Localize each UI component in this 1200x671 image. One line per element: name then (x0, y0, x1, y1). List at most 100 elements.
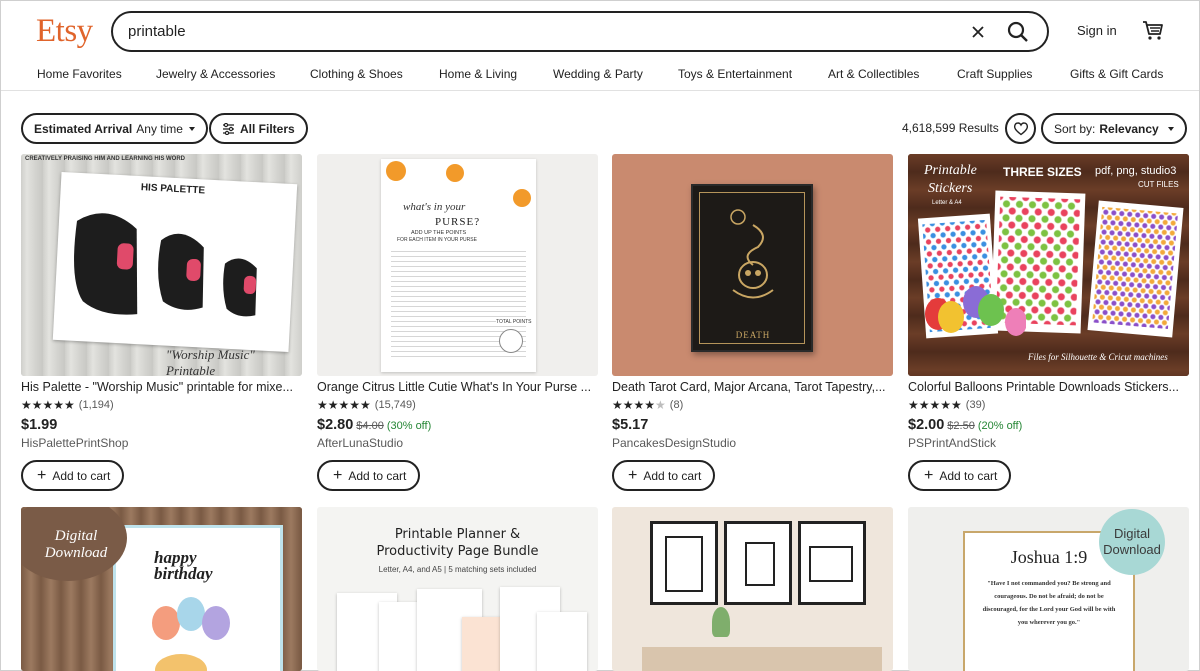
add-to-cart-button[interactable]: + Add to cart (908, 460, 1012, 491)
sort-label: Sort by: (1054, 121, 1096, 136)
purse-line1: what's in your (403, 201, 466, 213)
rating: ★★★★★ (15,749) (317, 398, 416, 412)
stickers-footer: Files for Silhouette & Cricut machines (1028, 352, 1168, 362)
cart-icon[interactable] (1141, 18, 1165, 42)
sticker-sheet (1087, 200, 1184, 338)
search-input[interactable]: printable (128, 23, 186, 40)
purse-line3: ADD UP THE POINTS (411, 230, 467, 236)
category-clothing[interactable]: Clothing & Shoes (310, 67, 403, 81)
stickers-line1: Printable (924, 163, 977, 178)
all-filters-label: All Filters (240, 121, 295, 136)
category-art[interactable]: Art & Collectibles (828, 67, 919, 81)
add-to-cart-button[interactable]: + Add to cart (612, 460, 716, 491)
sort-dropdown[interactable]: Sort by: Relevancy (1041, 113, 1187, 144)
sticker-grid (1092, 206, 1178, 330)
category-home-living[interactable]: Home & Living (439, 67, 517, 81)
planner-title-line1: Printable Planner & (394, 527, 521, 542)
formats: pdf, png, studio3 (1095, 165, 1177, 177)
estimated-arrival-dropdown[interactable]: Estimated Arrival Any time (21, 113, 208, 144)
shop-name[interactable]: AfterLunaStudio (317, 436, 403, 450)
add-to-cart-button[interactable]: + Add to cart (21, 460, 125, 491)
etsy-logo[interactable]: Etsy (36, 13, 93, 50)
listing-image[interactable]: what's in your PURSE? ADD UP THE POINTS … (317, 154, 598, 376)
purse-line2: PURSE? (435, 216, 481, 228)
listing-image[interactable]: Printable Stickers Letter & A4 THREE SIZ… (908, 154, 1189, 376)
total-circle (499, 329, 523, 353)
chevron-down-icon (188, 126, 195, 131)
sort-value: Relevancy (1099, 121, 1159, 136)
three-sizes: THREE SIZES (1003, 165, 1082, 179)
price-row: $1.99 (21, 416, 57, 433)
price: $2.00 (908, 417, 945, 433)
rating: ★★★★★ (39) (908, 398, 985, 412)
listing-title[interactable]: Colorful Balloons Printable Downloads St… (908, 380, 1189, 394)
category-craft[interactable]: Craft Supplies (957, 67, 1032, 81)
listing-title[interactable]: His Palette - "Worship Music" printable … (21, 380, 302, 394)
price: $2.80 (317, 417, 354, 433)
total-points: TOTAL POINTS (496, 319, 532, 325)
star-rating-icon: ★★★★★ (908, 398, 962, 412)
frame-pattern (745, 542, 775, 586)
tarot-label: DEATH (735, 330, 771, 340)
close-icon[interactable] (968, 22, 988, 42)
price-row: $5.17 (612, 416, 648, 433)
plus-icon: + (628, 466, 638, 484)
purse-game-sheet: what's in your PURSE? ADD UP THE POINTS … (381, 159, 536, 372)
arrival-label: Estimated Arrival (34, 121, 133, 136)
stickers-sub: Letter & A4 (932, 200, 962, 206)
cut-files: CUT FILES (1138, 180, 1179, 189)
add-to-cart-label: Add to cart (348, 468, 407, 483)
review-count: (15,749) (374, 399, 416, 411)
arrival-value: Any time (136, 121, 183, 136)
shop-name[interactable]: HisPalettePrintShop (21, 436, 128, 450)
save-search-button[interactable] (1005, 113, 1036, 144)
birthday-card: happy birthday (113, 525, 283, 671)
category-wedding[interactable]: Wedding & Party (553, 67, 643, 81)
add-to-cart-label: Add to cart (939, 468, 998, 483)
shop-name[interactable]: PancakesDesignStudio (612, 436, 736, 450)
listing-image[interactable]: Printable Planner & Productivity Page Bu… (317, 507, 598, 671)
tarot-card: DEATH (699, 192, 805, 344)
review-count: (1,194) (78, 399, 114, 411)
wall-art-frame (724, 521, 792, 605)
listing-image[interactable]: happy birthday Digital Download (21, 507, 302, 671)
review-count: (39) (965, 399, 986, 411)
listing-title[interactable]: Orange Citrus Little Cutie What's In You… (317, 380, 598, 394)
image-caption: "Worship Music" Printable (166, 347, 255, 376)
search-icon[interactable] (1005, 19, 1031, 45)
results-count: 4,618,599 Results (902, 121, 999, 135)
all-filters-button[interactable]: All Filters (209, 113, 308, 144)
plant (712, 607, 730, 637)
listing-image[interactable]: DEATH (612, 154, 893, 376)
category-home-favorites[interactable]: Home Favorites (37, 67, 122, 81)
rating: ★★★★★ (1,194) (21, 398, 114, 412)
rating: ★★★★★ (8) (612, 398, 683, 412)
skull-illustration (730, 209, 774, 299)
listing-image[interactable]: CREATIVELY PRAISING HIM AND LEARNING HIS… (21, 154, 302, 376)
search-bar[interactable]: printable (111, 11, 1049, 52)
shop-name[interactable]: PSPrintAndStick (908, 436, 996, 450)
image-header-text: CREATIVELY PRAISING HIM AND LEARNING HIS… (25, 156, 186, 162)
printable-sheet: HIS PALETTE (52, 171, 298, 353)
category-jewelry[interactable]: Jewelry & Accessories (156, 67, 275, 81)
plus-icon: + (924, 466, 934, 484)
purse-line4: FOR EACH ITEM IN YOUR PURSE (397, 237, 477, 243)
heart-icon (1013, 122, 1028, 136)
wall-art-frame (650, 521, 718, 605)
add-to-cart-button[interactable]: + Add to cart (317, 460, 421, 491)
listing-image[interactable]: Joshua 1:9 "Have I not commanded you? Be… (908, 507, 1189, 671)
balloons-illustration (152, 597, 230, 671)
listing-image[interactable] (612, 507, 893, 671)
category-toys[interactable]: Toys & Entertainment (678, 67, 792, 81)
planner-subtitle: Letter, A4, and A5 | 5 matching sets inc… (378, 565, 537, 574)
listing-title[interactable]: Death Tarot Card, Major Arcana, Tarot Ta… (612, 380, 893, 394)
add-to-cart-label: Add to cart (643, 468, 702, 483)
planner-title-line2: Productivity Page Bundle (376, 544, 539, 559)
star-rating-icon: ★★★★★ (21, 398, 75, 412)
add-to-cart-label: Add to cart (52, 468, 111, 483)
discount: (30% off) (386, 420, 432, 432)
sign-in-link[interactable]: Sign in (1077, 23, 1117, 38)
headphones-illustration (74, 213, 257, 317)
tarot-frame: DEATH (691, 184, 813, 352)
category-gifts[interactable]: Gifts & Gift Cards (1070, 67, 1163, 81)
